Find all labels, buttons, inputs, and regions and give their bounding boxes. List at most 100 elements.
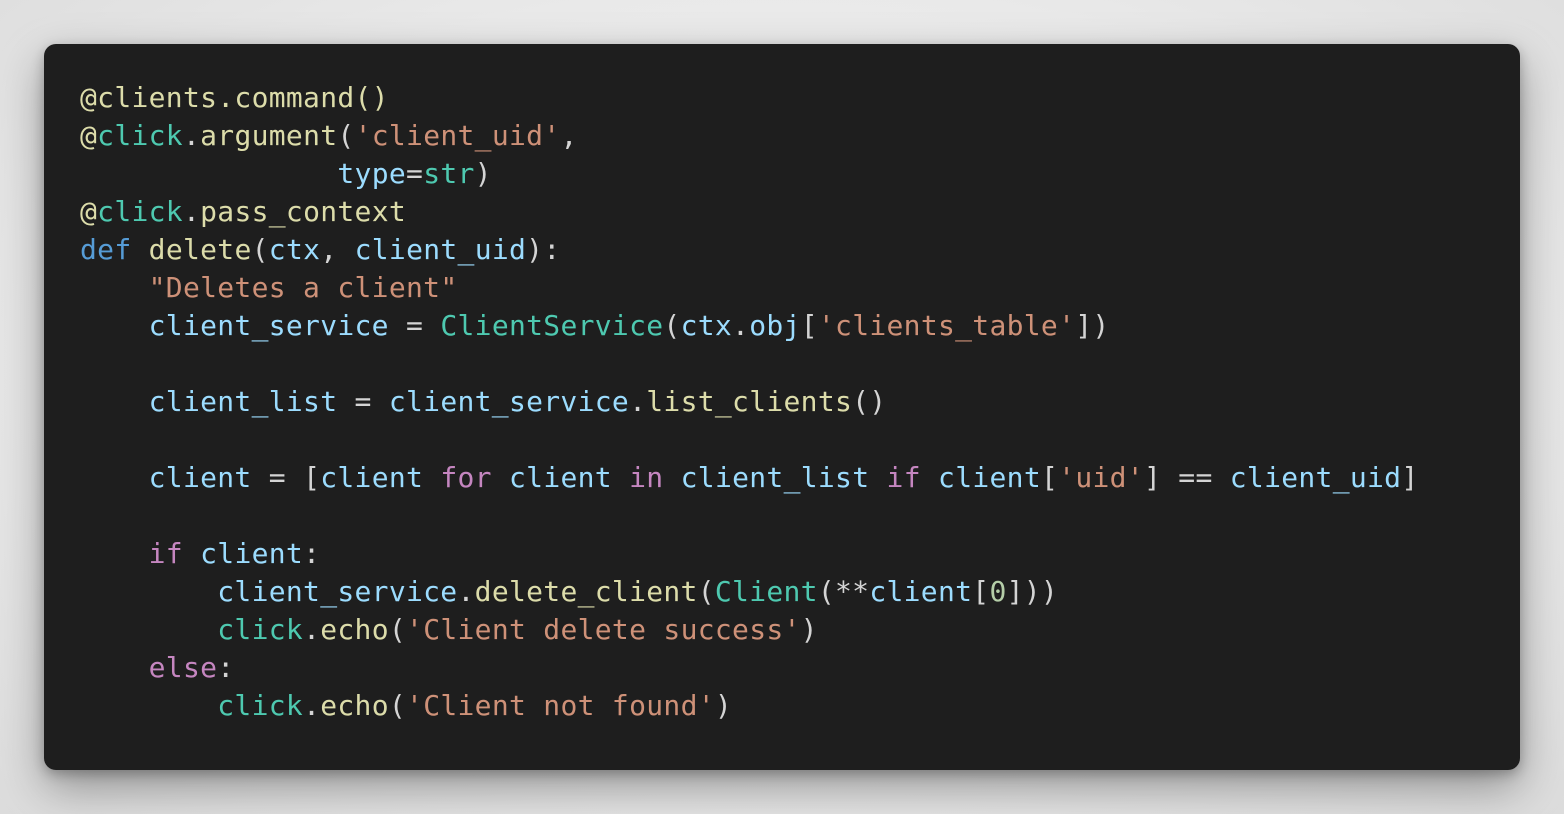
punctuation-token: , — [320, 233, 355, 266]
punctuation-token: ( — [251, 233, 269, 266]
punctuation-token: , — [560, 119, 578, 152]
module-token: click — [217, 689, 304, 722]
function-name-token: echo — [320, 613, 389, 646]
code-line-4: @click.pass_context — [80, 193, 1419, 231]
punctuation-token: ) — [474, 157, 492, 190]
module-token: click — [97, 119, 183, 152]
class-name-token: ClientService — [440, 309, 664, 342]
punctuation-token: . — [303, 613, 321, 646]
punctuation-token: ( — [388, 613, 407, 646]
variable-token: obj — [749, 309, 801, 342]
control-keyword-token: else — [148, 651, 218, 684]
string-literal-token: 'client_uid' — [354, 119, 561, 152]
builtin-token: str — [423, 157, 475, 190]
function-name-token: delete — [148, 233, 252, 266]
punctuation-token: [ — [972, 575, 990, 608]
code-line-11: client = [client for client in client_li… — [80, 459, 1419, 497]
punctuation-token: (** — [817, 575, 870, 608]
control-keyword-token: if — [148, 537, 183, 570]
punctuation-token: : — [217, 651, 235, 684]
code-block: @clients.command() @click.argument('clien… — [80, 79, 1419, 725]
code-line-7: client_service = ClientService(ctx.obj['… — [80, 307, 1419, 345]
punctuation-token: . — [182, 195, 201, 228]
code-line-6: "Deletes a client" — [80, 269, 1419, 307]
module-token: click — [97, 195, 183, 228]
punctuation-token: . — [457, 575, 475, 608]
variable-token: client — [200, 537, 304, 570]
code-line-1: @clients.command() — [80, 79, 1419, 117]
punctuation-token: ] — [1401, 461, 1419, 494]
variable-token: client — [938, 461, 1041, 494]
function-name-token: argument — [200, 119, 338, 152]
function-name-token: delete_client — [474, 575, 698, 608]
code-line-9: client_list = client_service.list_client… — [80, 383, 1419, 421]
punctuation-token: . — [629, 385, 647, 418]
punctuation-token: ( — [663, 309, 681, 342]
function-name-token: echo — [320, 689, 389, 722]
code-line-14: client_service.delete_client(Client(**cl… — [80, 573, 1419, 611]
code-line-13: if client: — [80, 535, 1419, 573]
punctuation-token: . — [182, 119, 201, 152]
variable-token: client — [320, 461, 424, 494]
punctuation-token: ])) — [1006, 575, 1059, 608]
control-keyword-token: if — [886, 461, 921, 494]
variable-token: client — [148, 461, 252, 494]
variable-token: client_service — [148, 309, 389, 342]
code-snippet-window: @clients.command() @click.argument('clien… — [44, 44, 1520, 770]
decorator-token: @clients.command() — [80, 81, 389, 114]
variable-token: client_list — [680, 461, 870, 494]
code-line-2: @click.argument('client_uid', — [80, 117, 1419, 155]
punctuation-token: ): — [526, 233, 561, 266]
string-literal-token: 'clients_table' — [817, 309, 1076, 342]
function-name-token: pass_context — [200, 195, 407, 228]
control-keyword-token: for — [440, 461, 492, 494]
function-name-token: list_clients — [646, 385, 853, 418]
string-literal-token: 'Client delete success' — [406, 613, 801, 646]
code-line-3: type=str) — [80, 155, 1419, 193]
operator-token: = [ — [251, 461, 321, 494]
code-line-16: else: — [80, 649, 1419, 687]
punctuation-token: ) — [800, 613, 818, 646]
punctuation-token: [ — [800, 309, 818, 342]
string-literal-token: 'uid' — [1058, 461, 1144, 494]
variable-token: client_service — [217, 575, 458, 608]
number-token: 0 — [989, 575, 1007, 608]
decorator-token: @ — [80, 119, 98, 152]
keyword-token: def — [80, 233, 132, 266]
variable-token: ctx — [680, 309, 733, 342]
operator-token: ] == — [1143, 461, 1230, 494]
module-token: click — [217, 613, 304, 646]
code-line-15: click.echo('Client delete success') — [80, 611, 1419, 649]
parameter-token: type — [337, 157, 407, 190]
variable-token: client_uid — [1229, 461, 1402, 494]
parameter-token: ctx — [268, 233, 321, 266]
punctuation-token: ) — [714, 689, 733, 722]
variable-token: client_list — [148, 385, 338, 418]
decorator-token: @ — [80, 195, 98, 228]
operator-token: = — [406, 157, 424, 190]
class-name-token: Client — [714, 575, 818, 608]
string-literal-token: "Deletes a client" — [148, 271, 458, 304]
variable-token: client — [869, 575, 973, 608]
parameter-token: client_uid — [354, 233, 527, 266]
code-line-17: click.echo('Client not found') — [80, 687, 1419, 725]
punctuation-token: ]) — [1075, 309, 1110, 342]
punctuation-token: () — [852, 385, 887, 418]
